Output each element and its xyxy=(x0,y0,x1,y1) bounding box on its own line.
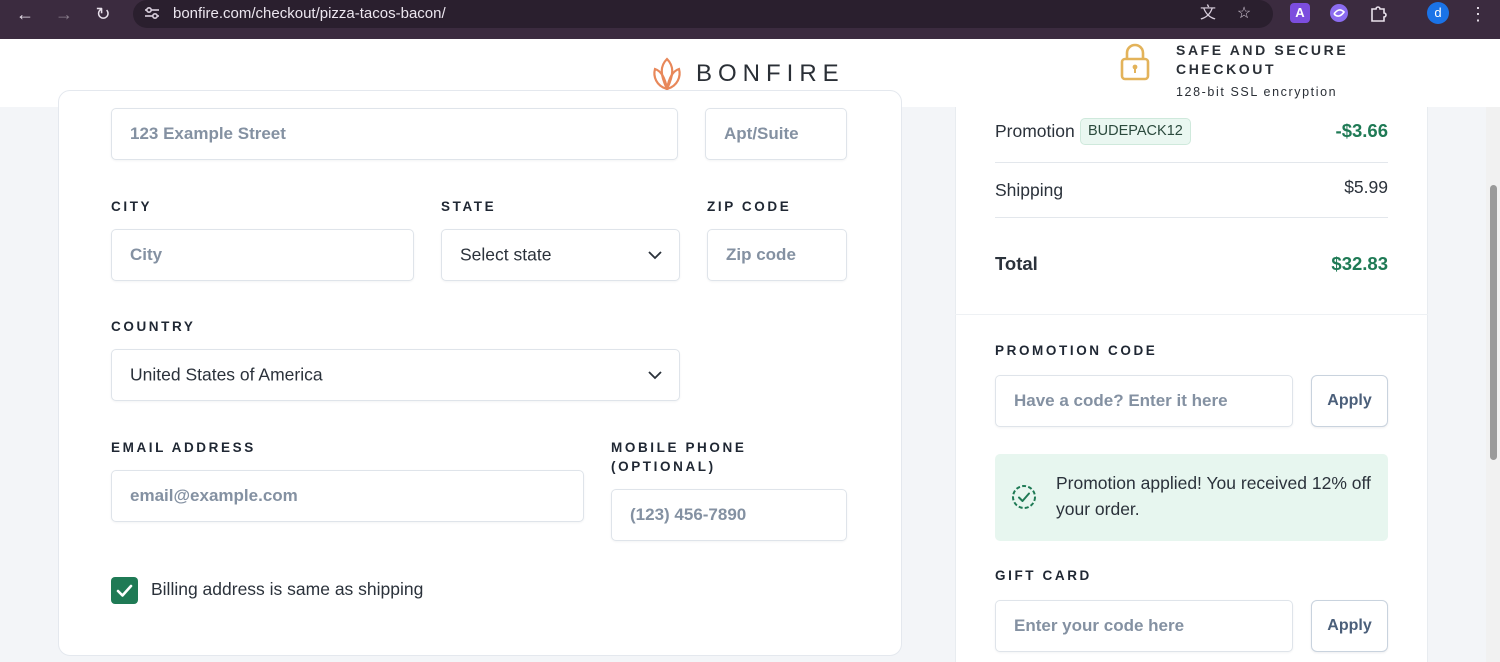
star-icon[interactable]: ☆ xyxy=(1233,3,1255,25)
site-info-icon[interactable] xyxy=(143,4,161,22)
ssl-encryption-note: 128-bit SSL encryption xyxy=(1176,85,1338,99)
total-amount: $32.83 xyxy=(1331,253,1388,274)
email-placeholder: email@example.com xyxy=(130,486,298,505)
profile-avatar[interactable]: d xyxy=(1427,2,1449,24)
billing-same-checkbox[interactable] xyxy=(111,577,138,604)
translate-icon[interactable]: 文 xyxy=(1197,3,1219,25)
promotion-code-label: PROMOTION CODE xyxy=(995,343,1158,358)
summary-divider xyxy=(995,217,1388,218)
street-address-input[interactable]: 123 Example Street xyxy=(111,108,678,160)
city-label: CITY xyxy=(111,199,153,214)
shipping-amount: $5.99 xyxy=(1344,177,1388,197)
check-circle-icon xyxy=(1012,485,1036,509)
country-select[interactable]: United States of America xyxy=(111,349,680,401)
checkmark-icon xyxy=(116,584,133,597)
mobile-phone-placeholder: (123) 456-7890 xyxy=(630,505,747,524)
lock-icon xyxy=(1120,43,1150,81)
promotion-code-placeholder: Have a code? Enter it here xyxy=(1014,391,1228,410)
promotion-applied-notice: Promotion applied! You received 12% off … xyxy=(995,454,1388,541)
more-vert-icon[interactable]: ⋮ xyxy=(1464,0,1492,28)
summary-section-divider xyxy=(955,314,1428,315)
city-input[interactable]: City xyxy=(111,229,414,281)
total-label: Total xyxy=(995,253,1038,274)
reload-icon[interactable]: ↻ xyxy=(89,0,117,28)
secure-checkout-title: SAFE AND SECURE CHECKOUT xyxy=(1176,42,1349,77)
mobile-phone-input[interactable]: (123) 456-7890 xyxy=(611,489,847,541)
zip-code-placeholder: Zip code xyxy=(726,245,796,264)
city-placeholder: City xyxy=(130,245,163,264)
promotion-row-label: Promotion xyxy=(995,121,1075,141)
promotion-amount: -$3.66 xyxy=(1335,120,1388,141)
apt-suite-placeholder: Apt/Suite xyxy=(724,124,799,143)
apt-suite-input[interactable]: Apt/Suite xyxy=(705,108,847,160)
promotion-code-badge: BUDEPACK12 xyxy=(1080,118,1191,145)
state-label: STATE xyxy=(441,199,497,214)
zip-code-input[interactable]: Zip code xyxy=(707,229,847,281)
street-address-placeholder: 123 Example Street xyxy=(130,124,286,143)
chevron-down-icon xyxy=(648,251,662,260)
gift-card-label: GIFT CARD xyxy=(995,568,1092,583)
extensions-puzzle-icon[interactable] xyxy=(1368,3,1388,23)
country-select-value: United States of America xyxy=(130,364,323,385)
brand-name[interactable]: BONFIRE xyxy=(696,60,845,88)
address-bar[interactable]: bonfire.com/checkout/pizza-tacos-bacon/ … xyxy=(133,0,1273,28)
email-input[interactable]: email@example.com xyxy=(111,470,584,522)
billing-same-label[interactable]: Billing address is same as shipping xyxy=(151,579,423,600)
back-icon[interactable]: ← xyxy=(11,0,39,28)
page-scrollbar-thumb[interactable] xyxy=(1490,185,1497,460)
browser-toolbar: ← → ↻ bonfire.com/checkout/pizza-tacos-b… xyxy=(0,0,1500,39)
forward-icon[interactable]: → xyxy=(50,0,78,28)
gift-card-placeholder: Enter your code here xyxy=(1014,616,1185,635)
chevron-down-icon xyxy=(648,371,662,380)
apply-promotion-button[interactable]: Apply xyxy=(1311,375,1388,427)
state-select-value: Select state xyxy=(460,244,552,265)
summary-divider xyxy=(995,162,1388,163)
mobile-phone-label: MOBILE PHONE (OPTIONAL) xyxy=(611,440,747,474)
gift-card-input[interactable]: Enter your code here xyxy=(995,600,1293,652)
apply-gift-card-button[interactable]: Apply xyxy=(1311,600,1388,652)
country-label: COUNTRY xyxy=(111,319,196,334)
bonfire-logo-icon[interactable] xyxy=(651,56,683,92)
zip-code-label: ZIP CODE xyxy=(707,199,792,214)
shipping-row-label: Shipping xyxy=(995,180,1064,200)
email-label: EMAIL ADDRESS xyxy=(111,440,256,455)
url-text[interactable]: bonfire.com/checkout/pizza-tacos-bacon/ xyxy=(173,5,446,22)
extension-a-icon[interactable]: A xyxy=(1290,3,1310,23)
extension-swirl-icon[interactable] xyxy=(1329,3,1349,23)
promotion-applied-text: Promotion applied! You received 12% off … xyxy=(1056,473,1371,519)
state-select[interactable]: Select state xyxy=(441,229,680,281)
promotion-code-input[interactable]: Have a code? Enter it here xyxy=(995,375,1293,427)
